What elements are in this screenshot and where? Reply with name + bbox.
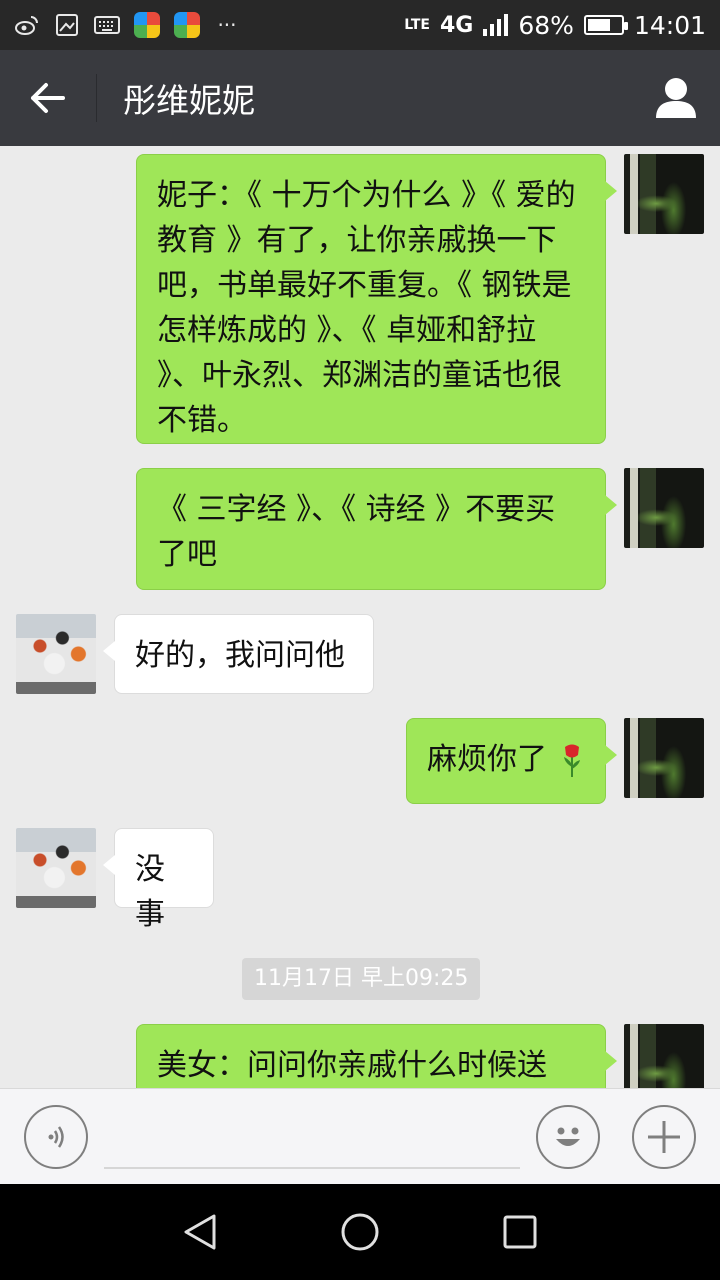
- rose-icon: [563, 744, 580, 777]
- chat-header: 彤维妮妮: [0, 50, 720, 146]
- app-notification-icon: [174, 12, 200, 38]
- network-type: 4G: [440, 12, 474, 38]
- input-bar: [0, 1088, 720, 1184]
- chat-title: 彤维妮妮: [123, 81, 255, 120]
- nav-recents-button[interactable]: [496, 1208, 544, 1256]
- chat-info-button[interactable]: [652, 74, 700, 122]
- keyboard-icon: [94, 13, 120, 37]
- system-nav-bar: [0, 1184, 720, 1280]
- message-bubble[interactable]: 美女：问问你亲戚什么时候送: [136, 1024, 617, 1088]
- nav-home-button[interactable]: [336, 1208, 384, 1256]
- battery-percent: 68%: [518, 10, 574, 40]
- friend-avatar[interactable]: [16, 828, 96, 908]
- app-notification-icon: [134, 12, 160, 38]
- message-text: 好的，我问问他: [135, 638, 345, 673]
- voice-icon: [48, 1126, 64, 1148]
- voice-button[interactable]: [24, 1105, 88, 1169]
- status-system: LTE 4G 68% 14:01: [404, 11, 706, 40]
- back-button[interactable]: [0, 50, 96, 146]
- message-text: 没事: [135, 852, 165, 932]
- friend-avatar[interactable]: [16, 614, 96, 694]
- arrow-left-icon: [31, 83, 65, 113]
- signal-icon: [483, 14, 509, 36]
- header-divider: [96, 74, 97, 122]
- message-list[interactable]: 妮子：《 十万个为什么 》《 爱的教育 》有了，让你亲戚换一下吧，书单最好不重复…: [0, 146, 720, 1088]
- triangle-back-icon: [184, 1214, 216, 1250]
- battery-icon: [583, 15, 628, 35]
- plus-icon: [648, 1121, 680, 1153]
- my-avatar[interactable]: [624, 1024, 704, 1088]
- nav-back-button[interactable]: [176, 1208, 224, 1256]
- my-avatar[interactable]: [624, 718, 704, 798]
- message-text: 妮子：《 十万个为什么 》《 爱的教育 》有了，让你亲戚换一下吧，书单最好不重复…: [157, 178, 576, 438]
- message-text: 《 三字经 》、《 诗经 》不要买了吧: [157, 492, 556, 572]
- message-bubble[interactable]: 好的，我问问他: [103, 614, 374, 694]
- square-recents-icon: [503, 1215, 537, 1249]
- network-label: LTE: [404, 17, 430, 33]
- weibo-icon: [14, 13, 40, 37]
- more-notifications-icon: ···: [217, 13, 237, 37]
- person-icon: [656, 78, 696, 118]
- status-bar: ··· LTE 4G 68% 14:01: [0, 0, 720, 50]
- circle-home-icon: [341, 1213, 379, 1251]
- more-button[interactable]: [632, 1105, 696, 1169]
- time-divider: 11月17日 早上09:25: [242, 958, 481, 1000]
- message-text: 麻烦你了: [427, 742, 547, 777]
- battery-level: [587, 19, 610, 31]
- message-input[interactable]: [104, 1167, 520, 1169]
- message-text: 美女：问问你亲戚什么时候送: [157, 1048, 547, 1083]
- my-avatar[interactable]: [624, 468, 704, 548]
- gallery-icon: [54, 13, 80, 37]
- message-bubble[interactable]: 妮子：《 十万个为什么 》《 爱的教育 》有了，让你亲戚换一下吧，书单最好不重复…: [136, 154, 617, 444]
- status-notifications: ···: [14, 12, 240, 38]
- emoji-icon: [556, 1127, 580, 1146]
- emoji-button[interactable]: [536, 1105, 600, 1169]
- my-avatar[interactable]: [624, 154, 704, 234]
- message-bubble[interactable]: 麻烦你了: [406, 718, 617, 804]
- clock: 14:01: [633, 10, 706, 40]
- message-bubble[interactable]: 《 三字经 》、《 诗经 》不要买了吧: [136, 468, 617, 590]
- message-bubble[interactable]: 没事: [103, 828, 214, 932]
